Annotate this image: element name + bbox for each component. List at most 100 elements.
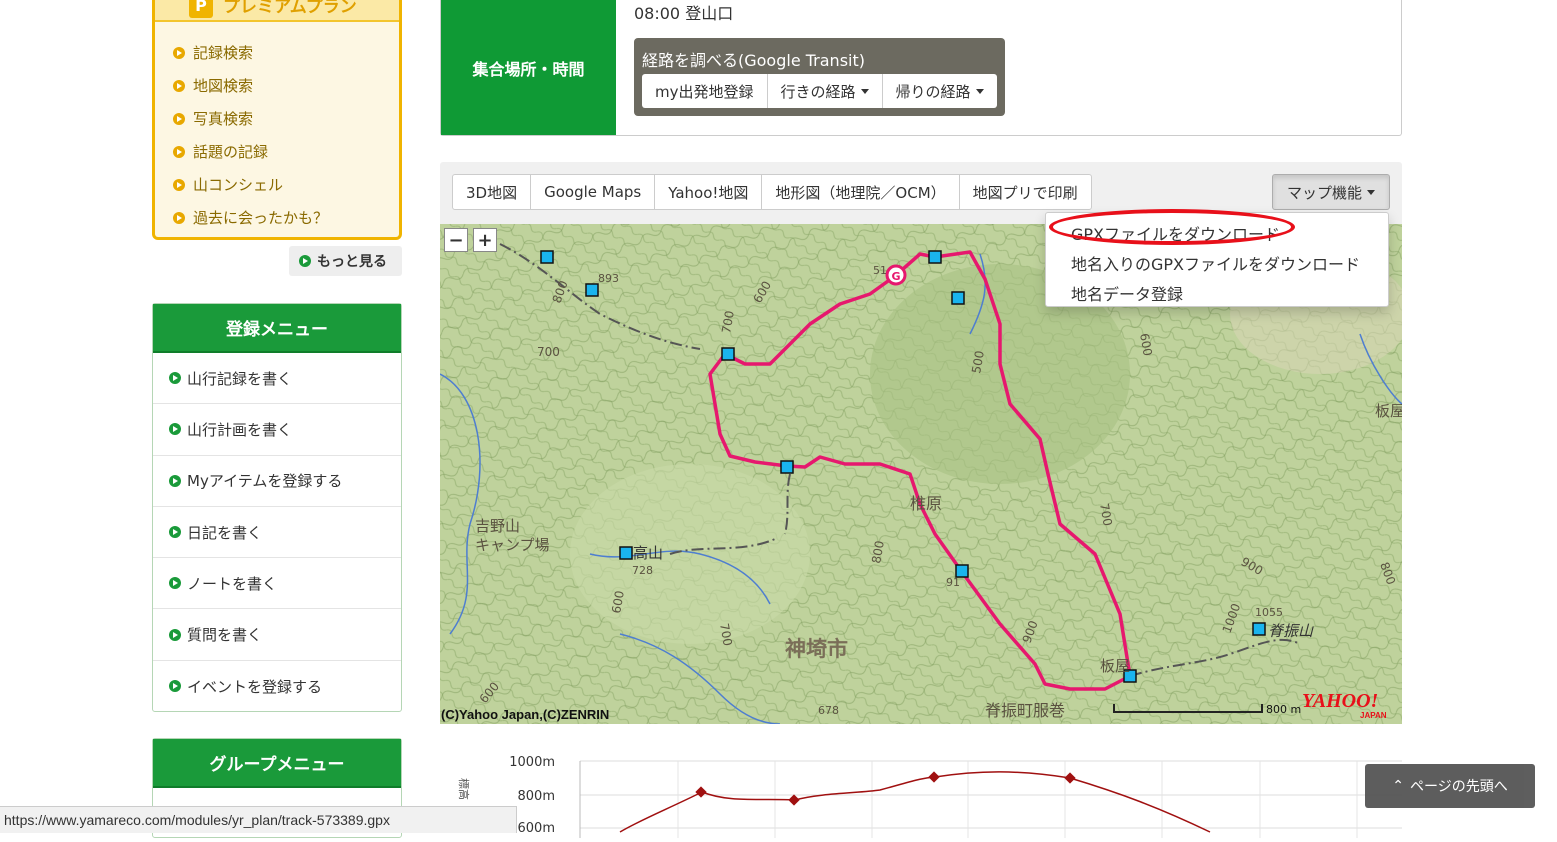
goal-marker-label: G [891,270,900,283]
waypoint-icon[interactable] [540,250,554,264]
peak-label-takayama: 高山 [633,544,663,562]
zoom-out-button[interactable]: − [444,228,468,252]
place-label-shiihara: 椎原 [910,494,942,513]
place-label-sefuri-office: 脊振町服巻 [985,701,1065,720]
terrain-patch [570,464,810,644]
transit-title: 経路を調べる(Google Transit) [642,51,865,70]
arrow-bullet-icon [169,526,181,539]
tab-topo-map[interactable]: 地形図（地理院／OCM） [762,175,960,209]
premium-item-record-search[interactable]: 記録検索 [173,36,328,69]
menu-item-register-place-data[interactable]: 地名データ登録 [1071,281,1183,305]
elevation-marker [695,786,707,798]
waypoint-icon[interactable] [1252,622,1266,636]
arrow-bullet-icon [169,474,181,487]
menu-item-write-question[interactable]: 質問を書く [153,609,401,661]
spot-height: 893 [598,272,619,285]
register-menu: 登録メニュー 山行記録を書く 山行計画を書く Myアイテムを登録する 日記を書く… [152,303,402,712]
arrow-bullet-icon [173,211,185,224]
menu-item-write-record[interactable]: 山行記録を書く [153,353,401,405]
caret-down-icon [860,88,869,94]
register-menu-title: 登録メニュー [153,304,401,353]
premium-header: P プレミアムプラン [155,0,399,22]
return-route-dropdown[interactable]: 帰りの経路 [883,74,997,108]
premium-item-met-before[interactable]: 過去に会ったかも？ [173,201,328,234]
elevation-y-label: 600m [518,821,555,836]
map-copyright: (C)Yahoo Japan,(C)ZENRIN [441,707,610,722]
premium-title[interactable]: プレミアムプラン [223,0,357,17]
tab-3d-map[interactable]: 3D地図 [453,175,532,209]
caret-down-icon [975,88,984,94]
map-function-button[interactable]: マップ機能 [1272,174,1390,210]
spot-height: 91 [946,576,960,589]
menu-item-download-named-gpx[interactable]: 地名入りのGPXファイルをダウンロード [1071,251,1360,275]
spot-height: 1055 [1255,606,1283,619]
yahoo-logo: YAHOO! [1302,690,1379,712]
waypoint-icon[interactable] [928,250,942,264]
tab-yahoo-map[interactable]: Yahoo!地図 [655,175,763,209]
chevron-up-icon: ⌃ [1392,778,1404,794]
meeting-time: 08:00 登山口 [634,4,734,23]
spot-height: 678 [818,704,839,717]
elevation-line [619,771,1211,833]
tab-google-maps[interactable]: Google Maps [531,175,656,209]
elevation-axis-title: 標高 [457,778,471,800]
arrow-bullet-icon [299,255,311,267]
map-tab-group: 3D地図 Google Maps Yahoo!地図 地形図（地理院／OCM） 地… [452,174,1092,210]
arrow-bullet-icon [169,372,181,385]
page-top-button[interactable]: ⌃ ページの先頭へ [1365,764,1535,808]
waypoint-icon[interactable] [619,546,633,560]
peak-label-sefuri: 脊振山 [1268,622,1314,640]
elevation-marker [928,771,940,783]
place-label-itaya: 板屋 [1100,657,1130,675]
arrow-bullet-icon [169,628,181,641]
menu-item-register-event[interactable]: イベントを登録する [153,661,401,712]
yahoo-logo-sub: JAPAN [1360,711,1387,720]
place-label-itaya-right: 板屋 [1375,402,1402,420]
outbound-route-dropdown[interactable]: 行きの経路 [768,74,883,108]
elevation-chart: 1000m 800m 600m 標高 [440,748,1402,838]
menu-item-register-item[interactable]: Myアイテムを登録する [153,456,401,507]
elevation-y-label: 1000m [509,755,555,770]
more-button[interactable]: もっと見る [289,246,402,276]
arrow-bullet-icon [173,145,185,158]
contour-label: 700 [537,345,560,359]
zoom-in-button[interactable]: + [473,228,497,252]
arrow-bullet-icon [173,46,185,59]
spot-height: 728 [632,564,653,577]
city-label: 神埼市 [785,637,848,661]
tab-print-map[interactable]: 地図プリで印刷 [960,175,1091,209]
premium-item-map-search[interactable]: 地図検索 [173,69,328,102]
elevation-y-label: 800m [518,789,555,804]
scale-label: 800 m [1266,703,1302,716]
elevation-marker [1064,772,1076,784]
waypoint-icon[interactable] [951,291,965,305]
waypoint-icon[interactable] [780,460,794,474]
place-label-yoshinoyama: 吉野山 [475,517,520,535]
group-menu-title: グループメニュー [153,739,401,788]
arrow-bullet-icon [173,112,185,125]
meeting-box: 集合場所・時間 08:00 登山口 経路を調べる(Google Transit)… [440,0,1402,136]
arrow-bullet-icon [173,178,185,191]
transit-panel: 経路を調べる(Google Transit) my出発地登録 行きの経路 帰りの… [634,38,1005,116]
place-label-camp: キャンプ場 [475,536,550,554]
spot-height: 51 [873,264,887,277]
menu-item-write-plan[interactable]: 山行計画を書く [153,404,401,456]
premium-item-concierge[interactable]: 山コンシェル [173,168,328,201]
premium-panel: P プレミアムプラン 記録検索 地図検索 写真検索 話題の記録 山コンシェル 過… [152,0,402,240]
my-origin-button[interactable]: my出発地登録 [642,74,768,108]
waypoint-icon[interactable] [721,347,735,361]
menu-item-write-note[interactable]: ノートを書く [153,558,401,610]
highlight-circle [1049,209,1295,245]
waypoint-icon[interactable] [585,283,599,297]
premium-item-topics[interactable]: 話題の記録 [173,135,328,168]
premium-badge-icon: P [189,0,213,18]
arrow-bullet-icon [169,680,181,693]
elevation-marker [788,794,800,806]
transit-button-group: my出発地登録 行きの経路 帰りの経路 [642,74,997,108]
elevation-svg: 1000m 800m 600m 標高 [457,755,1402,838]
menu-item-write-diary[interactable]: 日記を書く [153,507,401,559]
caret-down-icon [1367,189,1375,195]
zoom-controls: − + [444,228,502,252]
premium-item-photo-search[interactable]: 写真検索 [173,102,328,135]
status-bar-url: https://www.yamareco.com/modules/yr_plan… [0,806,517,833]
